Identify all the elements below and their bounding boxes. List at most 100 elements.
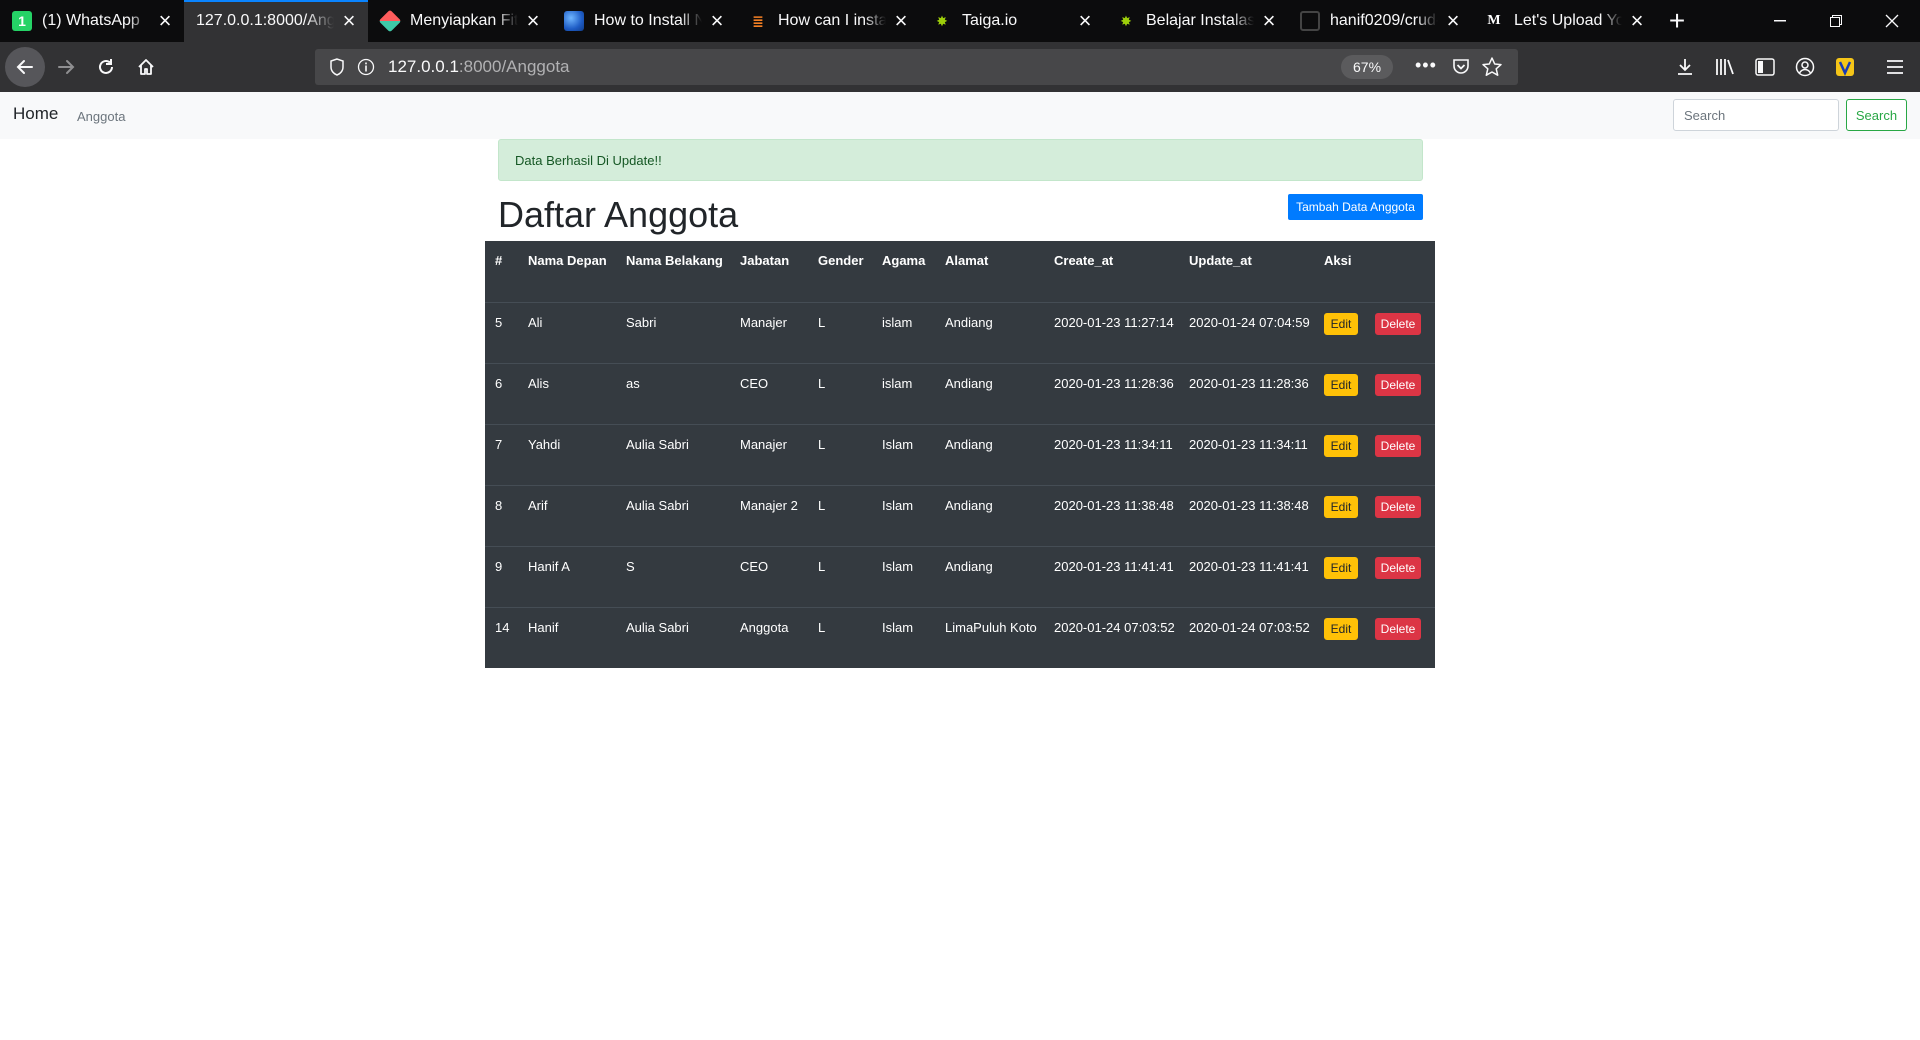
delete-button[interactable]: Delete (1375, 617, 1421, 640)
table-row: 8 Arif Aulia Sabri Manajer 2 L Islam And… (485, 484, 1435, 546)
browser-tab[interactable]: hanif0209/crud- × (1288, 0, 1472, 42)
close-icon[interactable]: × (1076, 10, 1094, 32)
taiga-icon: ✸ (1120, 12, 1132, 29)
app-icon (378, 9, 402, 33)
nav-link-anggota[interactable]: Anggota (77, 109, 125, 124)
browser-tab[interactable]: Menyiapkan Fitur × (368, 0, 552, 42)
tab-title: Let's Upload Your (1514, 12, 1622, 29)
column-header-gender: Gender (818, 253, 864, 268)
cell-id: 14 (485, 606, 518, 668)
home-button[interactable] (126, 47, 166, 87)
column-header-nama-depan: Nama Depan (528, 253, 607, 268)
site-navbar: Home Anggota Search (0, 92, 1920, 139)
table-row: 9 Hanif A S CEO L Islam Andiang 2020-01-… (485, 545, 1435, 607)
library-icon[interactable] (1705, 47, 1745, 87)
pocket-icon[interactable] (1451, 57, 1471, 82)
delete-button[interactable]: Delete (1375, 434, 1421, 457)
delete-button[interactable]: Delete (1375, 495, 1421, 518)
edit-button[interactable]: Edit (1324, 617, 1358, 640)
cell-agama: islam (872, 362, 935, 424)
account-icon[interactable] (1785, 47, 1825, 87)
url-bar[interactable]: 127.0.0.1:8000/Anggota 67% ••• (315, 49, 1518, 85)
cell-alamat: LimaPuluh Koto (935, 606, 1044, 668)
delete-button[interactable]: Delete (1375, 312, 1421, 335)
minimize-icon[interactable] (1752, 0, 1808, 42)
cell-jabatan: CEO (730, 545, 808, 607)
cell-agama: Islam (872, 423, 935, 485)
members-table: # Nama Depan Nama Belakang Jabatan Gende… (485, 241, 1435, 668)
cell-alamat: Andiang (935, 301, 1044, 363)
reload-button[interactable] (86, 47, 126, 87)
cell-nama-depan: Hanif A (518, 545, 616, 607)
info-icon[interactable] (357, 58, 375, 81)
close-window-icon[interactable] (1864, 0, 1920, 42)
cell-aksi: Edit Delete (1314, 545, 1435, 607)
close-icon[interactable]: × (156, 10, 174, 32)
cell-update-at: 2020-01-23 11:28:36 (1179, 362, 1314, 424)
add-member-button[interactable]: Tambah Data Anggota (1288, 194, 1423, 220)
close-icon[interactable]: × (892, 10, 910, 32)
downloads-icon[interactable] (1665, 47, 1705, 87)
cell-nama-depan: Arif (518, 484, 616, 546)
cell-create-at: 2020-01-24 07:03:52 (1044, 606, 1179, 668)
navbar-brand-home[interactable]: Home (13, 104, 58, 124)
close-icon[interactable]: × (340, 10, 358, 32)
close-icon[interactable]: × (1628, 10, 1646, 32)
cell-id: 6 (485, 362, 518, 424)
tab-title: (1) WhatsApp (42, 12, 140, 29)
cell-nama-depan: Ali (518, 301, 616, 363)
delete-button[interactable]: Delete (1375, 556, 1421, 579)
back-button[interactable] (5, 47, 45, 87)
extension-icon[interactable] (1825, 47, 1865, 87)
edit-button[interactable]: Edit (1324, 373, 1358, 396)
cell-alamat: Andiang (935, 423, 1044, 485)
page-actions-icon[interactable]: ••• (1415, 55, 1437, 76)
column-header-nama-belakang: Nama Belakang (626, 253, 723, 268)
browser-tab[interactable]: How to Install Node × (552, 0, 736, 42)
browser-tab-active[interactable]: 127.0.0.1:8000/Anggota × (184, 0, 368, 42)
cell-update-at: 2020-01-23 11:34:11 (1179, 423, 1314, 485)
zoom-level-badge[interactable]: 67% (1341, 55, 1394, 79)
globe-icon (564, 11, 584, 31)
cell-create-at: 2020-01-23 11:41:41 (1044, 545, 1179, 607)
cell-aksi: Edit Delete (1314, 606, 1435, 668)
tab-title: How to Install Node (594, 12, 702, 29)
table-row: 14 Hanif Aulia Sabri Anggota L Islam Lim… (485, 606, 1435, 668)
edit-button[interactable]: Edit (1324, 556, 1358, 579)
shield-icon[interactable] (329, 58, 345, 81)
close-icon[interactable]: × (524, 10, 542, 32)
search-button[interactable]: Search (1846, 99, 1907, 131)
browser-tab[interactable]: ✸ Belajar Instalasi × (1104, 0, 1288, 42)
search-input[interactable] (1673, 99, 1839, 131)
cell-nama-belakang: S (616, 545, 730, 607)
browser-tab[interactable]: M Let's Upload Your × (1472, 0, 1656, 42)
bookmark-star-icon[interactable] (1481, 56, 1503, 83)
cell-nama-depan: Yahdi (518, 423, 616, 485)
edit-button[interactable]: Edit (1324, 312, 1358, 335)
close-icon[interactable]: × (1260, 10, 1278, 32)
browser-tab[interactable]: ✸ Taiga.io × (920, 0, 1104, 42)
column-header-update-at: Update_at (1189, 253, 1252, 268)
cell-nama-belakang: Aulia Sabri (616, 606, 730, 668)
edit-button[interactable]: Edit (1324, 495, 1358, 518)
sidebar-icon[interactable] (1745, 47, 1785, 87)
cell-jabatan: Manajer (730, 423, 808, 485)
delete-button[interactable]: Delete (1375, 373, 1421, 396)
forward-button[interactable] (46, 47, 86, 87)
column-header-jabatan: Jabatan (740, 253, 790, 268)
url-host: 127.0.0.1 (388, 57, 459, 76)
menu-icon[interactable] (1875, 47, 1915, 87)
stackoverflow-icon: ≣ (752, 12, 764, 29)
close-icon[interactable]: × (708, 10, 726, 32)
url-path: :8000/Anggota (458, 57, 570, 76)
cell-nama-depan: Hanif (518, 606, 616, 668)
cell-alamat: Andiang (935, 362, 1044, 424)
new-tab-button[interactable]: + (1656, 0, 1698, 42)
close-icon[interactable]: × (1444, 10, 1462, 32)
cell-create-at: 2020-01-23 11:27:14 (1044, 301, 1179, 363)
tab-title: 127.0.0.1:8000/Anggota (196, 12, 334, 29)
edit-button[interactable]: Edit (1324, 434, 1358, 457)
browser-tab[interactable]: ≣ How can I install × (736, 0, 920, 42)
restore-icon[interactable] (1808, 0, 1864, 42)
browser-tab[interactable]: 1 (1) WhatsApp × (0, 0, 184, 42)
